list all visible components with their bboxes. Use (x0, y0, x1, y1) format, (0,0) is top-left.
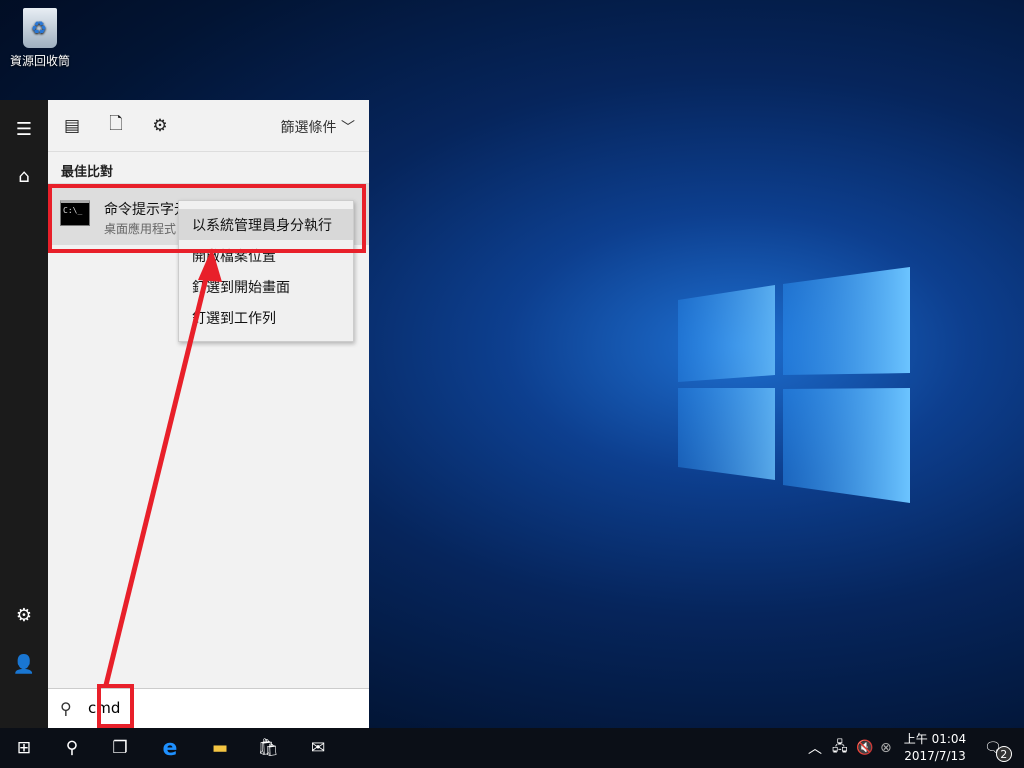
search-icon: ⚲ (60, 699, 72, 718)
recycle-bin-label: 資源回收筒 (9, 54, 70, 68)
mail-button[interactable]: ✉ (294, 728, 342, 768)
result-subtitle: 桌面應用程式 (104, 222, 177, 236)
clock-date: 2017/7/13 (904, 749, 966, 763)
file-explorer-button[interactable]: ▬ (196, 728, 244, 768)
notification-count-badge: 2 (995, 746, 1012, 762)
action-center-button[interactable]: 🗨 2 (984, 728, 1012, 768)
show-hidden-icons-chevron-icon[interactable]: ︿ (808, 728, 822, 768)
search-icon: ⚲ (65, 738, 79, 758)
search-box[interactable]: ⚲ cmd (48, 688, 369, 728)
documents-filter-icon[interactable]: 🗋 (96, 106, 136, 146)
taskbar: ⊞ ⚲ ❐ e ▬ 🛍 ✉ ︿ 🖧 🔇 ⊗ 上午 01:04 2017/7/13… (0, 728, 1024, 768)
task-view-button[interactable]: ❐ (96, 728, 144, 768)
recycle-bin[interactable]: ♻ 資源回收筒 (8, 8, 72, 69)
edge-icon: e (162, 735, 178, 761)
start-button[interactable]: ⊞ (0, 728, 48, 768)
clock[interactable]: 上午 01:04 2017/7/13 (898, 731, 972, 765)
store-icon: 🛍 (257, 738, 279, 758)
search-button[interactable]: ⚲ (48, 728, 96, 768)
windows-logo-wallpaper (678, 267, 910, 503)
menu-item-open-file-location[interactable]: 開啟檔案位置 (179, 240, 353, 271)
filter-toolbar: ▤ 🗋 ⚙ 篩選條件 ﹀ (48, 100, 369, 152)
hamburger-icon[interactable]: ☰ (0, 109, 48, 149)
windows-icon: ⊞ (16, 738, 32, 758)
filter-label: 篩選條件 (280, 120, 337, 136)
recycle-bin-icon: ♻ (23, 8, 57, 48)
section-title: 最佳比對 (61, 165, 114, 180)
search-panel: ▤ 🗋 ⚙ 篩選條件 ﹀ 最佳比對 C:\_ 命令提示字元 桌面應用程式 ⚲ c… (48, 100, 369, 728)
menu-item-run-as-admin[interactable]: 以系統管理員身分執行 (179, 209, 353, 240)
edge-button[interactable]: e (146, 728, 194, 768)
menu-item-pin-to-taskbar[interactable]: 釘選到工作列 (179, 302, 353, 333)
user-icon[interactable]: 👤 (0, 644, 48, 684)
volume-muted-icon[interactable]: 🔇 (856, 728, 873, 768)
start-rail: ☰ ⌂ ⚙ 👤 (0, 100, 48, 728)
mail-icon: ✉ (310, 738, 326, 758)
command-prompt-icon: C:\_ (60, 200, 90, 226)
result-title: 命令提示字元 (104, 202, 188, 218)
gear-icon[interactable]: ⚙ (0, 595, 48, 635)
filter-dropdown[interactable]: 篩選條件 ﹀ (281, 117, 355, 137)
search-input[interactable]: cmd (88, 699, 120, 717)
context-menu: 以系統管理員身分執行 開啟檔案位置 釘選到開始畫面 釘選到工作列 (178, 200, 354, 342)
home-icon[interactable]: ⌂ (0, 156, 48, 196)
network-disconnected-icon[interactable]: 🖧 (832, 728, 848, 768)
clock-time: 上午 01:04 (903, 732, 967, 746)
settings-filter-icon[interactable]: ⚙ (140, 106, 180, 146)
folder-icon: ▬ (211, 738, 229, 758)
apps-filter-icon[interactable]: ▤ (52, 106, 92, 146)
error-status-icon[interactable]: ⊗ (880, 728, 892, 768)
store-button[interactable]: 🛍 (244, 728, 292, 768)
menu-item-pin-to-start[interactable]: 釘選到開始畫面 (179, 271, 353, 302)
task-view-icon: ❐ (112, 738, 128, 758)
chevron-down-icon: ﹀ (341, 120, 355, 136)
